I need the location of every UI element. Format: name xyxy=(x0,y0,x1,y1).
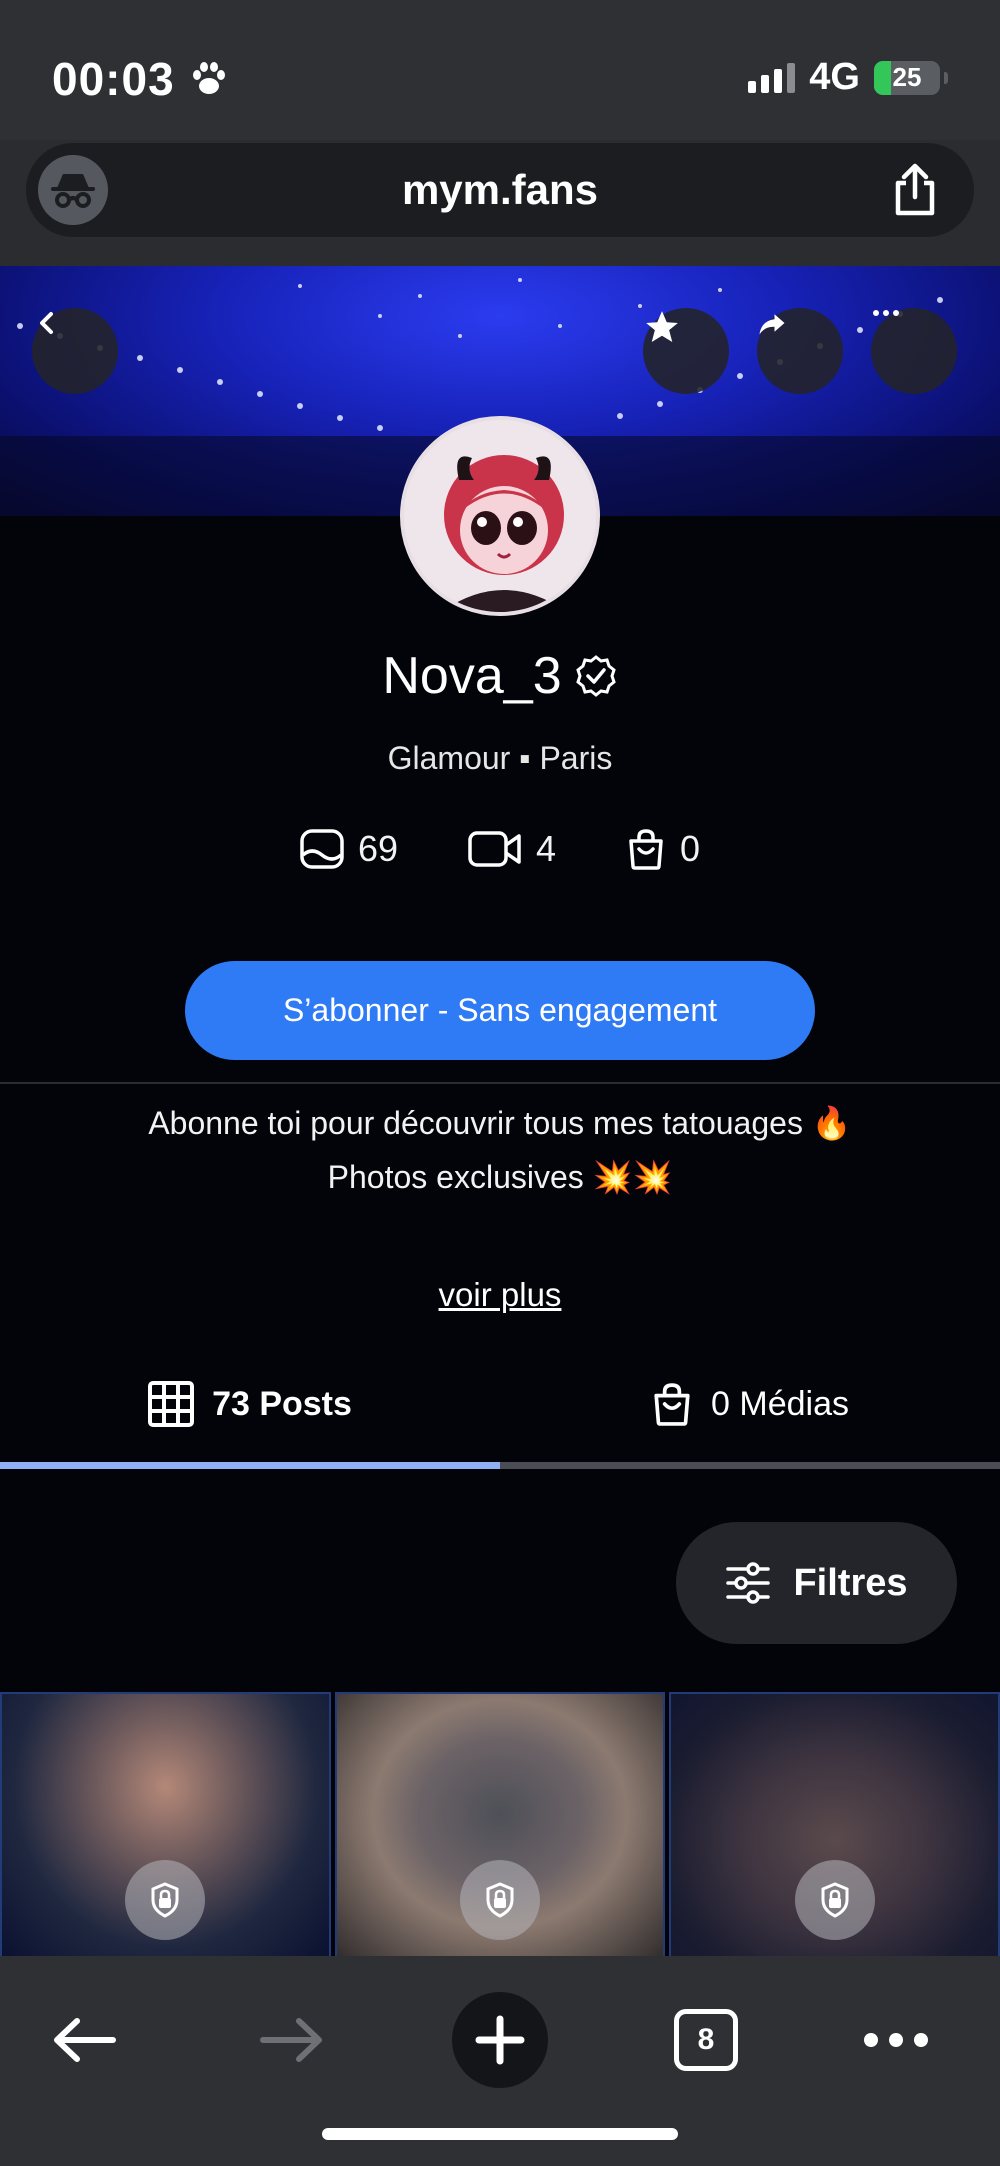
profile-bio: Abonne toi pour découvrir tous mes tatou… xyxy=(0,1096,1000,1204)
sliders-icon xyxy=(726,1562,771,1604)
profile-name: Nova_3 xyxy=(0,646,1000,706)
share-profile-button[interactable] xyxy=(757,308,843,394)
shopping-bag-icon xyxy=(654,1383,690,1426)
arrow-left-icon xyxy=(54,2018,116,2062)
plus-icon xyxy=(475,2015,525,2065)
bio-line: Abonne toi pour découvrir tous mes tatou… xyxy=(148,1105,852,1141)
stat-photos-count: 69 xyxy=(357,828,398,869)
locked-post[interactable] xyxy=(669,1692,1000,1956)
stat-videos: 4 xyxy=(468,828,556,870)
bio-line: Photos exclusives 💥💥 xyxy=(327,1159,673,1195)
url-text: mym.fans xyxy=(401,166,599,213)
more-options-button[interactable] xyxy=(871,308,957,394)
tab-medias-label: 0 Médias xyxy=(711,1384,849,1423)
forward-arrow-icon xyxy=(759,314,785,335)
tab-posts[interactable]: 73 Posts xyxy=(0,1344,500,1464)
avatar[interactable] xyxy=(400,416,600,616)
lock-icon xyxy=(125,1860,206,1940)
profile-stats: 69 4 0 xyxy=(0,828,1000,870)
chevron-left-icon xyxy=(40,312,53,334)
status-indicators: 4G 25 xyxy=(748,56,948,99)
tab-posts-label: 73 Posts xyxy=(212,1384,352,1423)
paw-icon xyxy=(192,62,225,94)
ellipsis-icon xyxy=(873,310,899,316)
tab-indicator xyxy=(0,1462,1000,1469)
filters-label: Filtres xyxy=(793,1561,908,1604)
content-tabs: 73 Posts 0 Médias xyxy=(0,1344,1000,1464)
locked-post[interactable] xyxy=(0,1692,331,1956)
favorite-button[interactable] xyxy=(643,308,729,394)
more-menu-button[interactable] xyxy=(846,1990,946,2090)
tabs-button[interactable]: 8 xyxy=(656,1990,756,2090)
grid-icon xyxy=(148,1381,195,1427)
locked-post[interactable] xyxy=(334,1692,666,1956)
video-icon xyxy=(468,831,521,867)
tab-medias[interactable]: 0 Médias xyxy=(500,1344,1000,1464)
tabs-count: 8 xyxy=(674,2009,738,2071)
username: Nova_3 xyxy=(382,647,562,705)
lock-icon xyxy=(794,1860,875,1940)
network-type: 4G xyxy=(809,56,860,98)
filters-button[interactable]: Filtres xyxy=(676,1522,957,1644)
signal-icon xyxy=(748,62,796,93)
incognito-button[interactable] xyxy=(38,155,108,225)
incognito-icon xyxy=(51,174,95,208)
back-button[interactable] xyxy=(32,308,118,394)
stat-videos-count: 4 xyxy=(535,828,557,869)
divider xyxy=(0,1082,1000,1084)
verified-badge-icon xyxy=(575,655,616,697)
status-bar: 00:03 4G 25 xyxy=(0,0,1000,140)
arrow-right-icon xyxy=(260,2018,322,2062)
back-nav-button[interactable] xyxy=(34,1990,134,2090)
star-icon xyxy=(646,311,678,343)
home-indicator xyxy=(322,2128,678,2140)
stat-media-count: 0 xyxy=(680,828,701,869)
shopping-bag-icon xyxy=(629,829,663,870)
status-time: 00:03 xyxy=(52,52,229,106)
battery-icon: 25 xyxy=(874,60,940,95)
lock-icon xyxy=(460,1860,540,1940)
share-icon xyxy=(895,163,935,216)
subscribe-button[interactable]: S’abonner - Sans engagement xyxy=(185,961,815,1060)
forward-nav-button[interactable] xyxy=(242,1990,342,2090)
clock: 00:03 xyxy=(52,53,175,105)
profile-tagline: Glamour ▪ Paris xyxy=(387,740,613,776)
photo-icon xyxy=(300,829,344,869)
profile-page: Nova_3 Glamour ▪ Paris 69 4 0 S’abonner … xyxy=(0,266,1000,1956)
ellipsis-icon xyxy=(864,2033,928,2047)
see-more-link[interactable]: voir plus xyxy=(0,1276,1000,1314)
stat-media: 0 xyxy=(626,828,700,870)
battery-level: 25 xyxy=(892,62,922,92)
stat-photos: 69 xyxy=(300,828,398,870)
share-button[interactable] xyxy=(890,163,940,217)
posts-grid xyxy=(0,1692,1000,1956)
address-bar[interactable]: mym.fans xyxy=(26,143,974,237)
new-tab-button[interactable] xyxy=(450,1990,550,2090)
